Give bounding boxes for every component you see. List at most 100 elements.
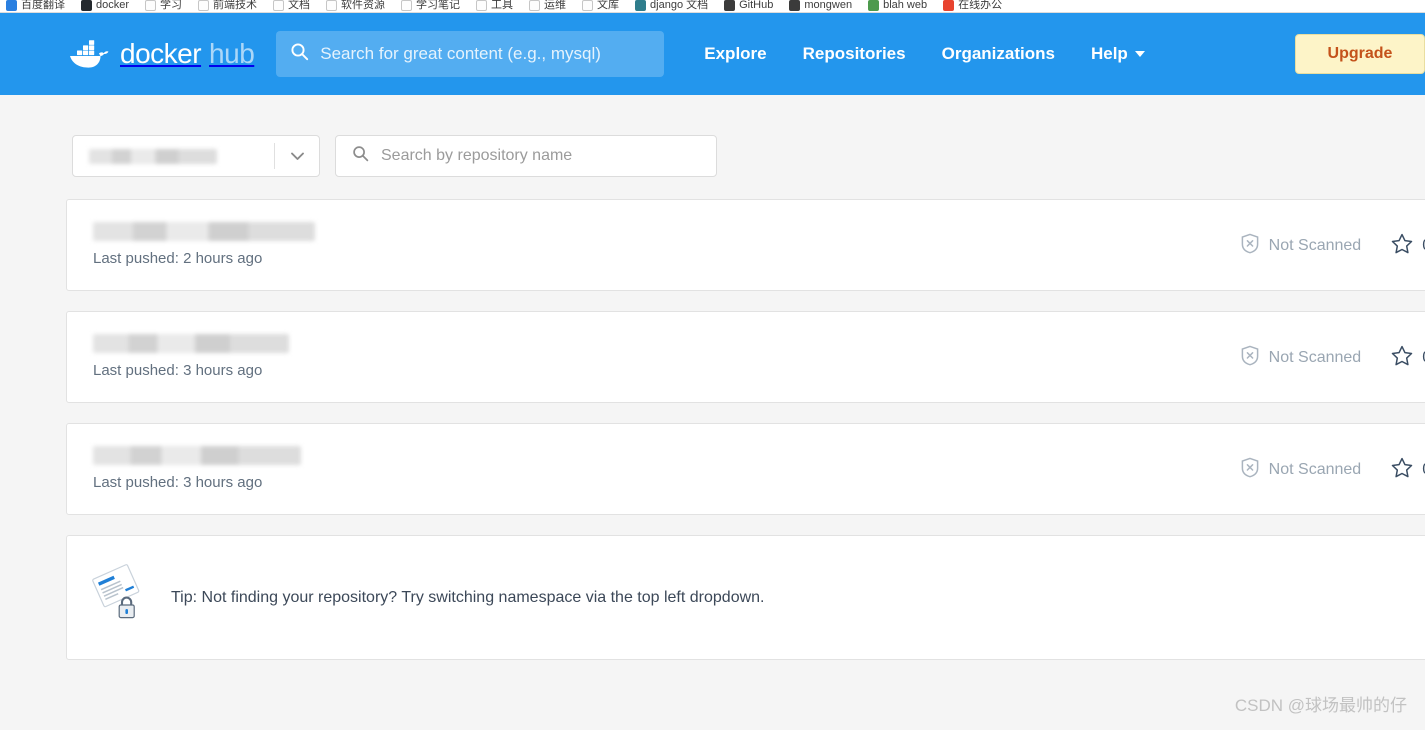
logo-word-docker: docker xyxy=(120,38,202,69)
chevron-down-icon xyxy=(1134,51,1145,57)
bookmark-label: 学习笔记 xyxy=(416,0,461,11)
bookmark-item[interactable]: django 文档 xyxy=(635,0,708,12)
nav-organizations[interactable]: Organizations xyxy=(942,44,1055,64)
bookmark-icon-folder xyxy=(529,0,541,11)
bookmark-icon-folder xyxy=(273,0,285,11)
chevron-down-icon[interactable] xyxy=(275,151,319,161)
repository-card[interactable]: Last pushed: 3 hours ago Not Scanned 0 0 xyxy=(66,423,1425,515)
nav-help[interactable]: Help xyxy=(1091,44,1145,64)
bookmark-item[interactable]: 前端技术 xyxy=(198,0,257,12)
nav-explore[interactable]: Explore xyxy=(704,44,766,64)
bookmark-label: django 文档 xyxy=(650,0,709,11)
bookmark-item[interactable]: 学习 xyxy=(145,0,182,12)
bookmark-icon-github xyxy=(724,0,736,11)
repository-meta: Not Scanned 0 0 xyxy=(1240,312,1425,404)
repository-meta: Not Scanned 0 0 xyxy=(1240,200,1425,292)
nav-repositories-label: Repositories xyxy=(802,44,906,63)
repository-name-redacted xyxy=(93,222,315,241)
bookmark-icon-red xyxy=(943,0,955,11)
nav-explore-label: Explore xyxy=(704,44,767,63)
star-count[interactable]: 0 xyxy=(1391,457,1425,483)
repository-card[interactable]: Last pushed: 3 hours ago Not Scanned 0 0 xyxy=(66,311,1425,403)
main-nav: Explore Repositories Organizations Help xyxy=(704,44,1145,64)
bookmark-label: 软件资源 xyxy=(341,0,386,11)
repo-search-box[interactable] xyxy=(335,135,717,177)
search-icon xyxy=(352,145,369,167)
repository-last-pushed: Last pushed: 3 hours ago xyxy=(93,474,263,491)
bookmark-icon-folder xyxy=(582,0,594,11)
scan-status-badge: Not Scanned xyxy=(1240,457,1362,483)
site-header: docker hub Explore Repositories Organiza… xyxy=(0,13,1425,95)
upgrade-button[interactable]: Upgrade xyxy=(1295,34,1425,74)
bookmark-label: docker xyxy=(96,0,130,11)
repository-card[interactable]: Last pushed: 2 hours ago Not Scanned 0 0 xyxy=(66,199,1425,291)
scan-status-label: Not Scanned xyxy=(1268,349,1362,366)
bookmark-label: GitHub xyxy=(739,0,774,11)
star-outline-icon xyxy=(1391,345,1413,371)
bookmark-icon-folder xyxy=(145,0,157,11)
nav-repositories[interactable]: Repositories xyxy=(803,44,906,64)
bookmark-item[interactable]: 工具 xyxy=(476,0,513,12)
bookmark-item[interactable]: 文档 xyxy=(273,0,310,12)
upgrade-button-label: Upgrade xyxy=(1327,45,1393,62)
docker-hub-logo[interactable]: docker hub xyxy=(66,34,255,74)
bookmark-icon-folder xyxy=(401,0,413,11)
repo-search-input[interactable] xyxy=(381,147,700,165)
namespace-selected-value xyxy=(73,136,274,176)
bookmark-item[interactable]: docker xyxy=(81,0,129,12)
star-outline-icon xyxy=(1391,233,1413,259)
watermark: CSDN @球场最帅的仔 xyxy=(1234,696,1407,715)
shield-x-icon xyxy=(1240,345,1260,371)
bookmark-icon-teal xyxy=(635,0,647,11)
docker-whale-icon xyxy=(66,37,114,71)
global-search-box[interactable] xyxy=(276,31,665,77)
bookmark-icon-dark xyxy=(789,0,801,11)
repository-name-redacted xyxy=(93,334,289,353)
bookmark-icon-blue xyxy=(6,0,17,11)
star-count[interactable]: 0 xyxy=(1391,345,1425,371)
bookmark-item[interactable]: GitHub xyxy=(724,0,773,12)
bookmark-icon-green xyxy=(868,0,880,11)
tip-text: Tip: Not finding your repository? Try sw… xyxy=(171,588,765,606)
bookmark-label: 在线办公 xyxy=(958,0,1003,11)
bookmark-icon-folder xyxy=(198,0,210,11)
nav-help-label: Help xyxy=(1090,44,1128,63)
bookmark-item[interactable]: mongwen xyxy=(789,0,852,12)
scan-status-label: Not Scanned xyxy=(1268,461,1362,478)
search-icon xyxy=(290,42,309,66)
global-search-input[interactable] xyxy=(320,44,651,64)
shield-x-icon xyxy=(1240,233,1260,259)
bookmark-item[interactable]: 百度翻译 xyxy=(6,0,65,12)
bookmark-item[interactable]: 运维 xyxy=(529,0,566,12)
bookmark-label: 文档 xyxy=(288,0,311,11)
shield-x-icon xyxy=(1240,457,1260,483)
bookmark-icon-dark xyxy=(81,0,92,11)
bookmark-label: blah web xyxy=(883,0,928,11)
repository-last-pushed: Last pushed: 2 hours ago xyxy=(93,250,263,267)
page-body: Last pushed: 2 hours ago Not Scanned 0 0… xyxy=(0,95,1425,660)
document-lock-illustration-icon xyxy=(91,563,147,632)
bookmark-label: 运维 xyxy=(544,0,567,11)
tip-card: Tip: Not finding your repository? Try sw… xyxy=(66,535,1425,660)
star-outline-icon xyxy=(1391,457,1413,483)
filter-row xyxy=(72,135,1425,177)
bookmark-label: 工具 xyxy=(491,0,514,11)
repository-name-redacted xyxy=(93,446,301,465)
namespace-dropdown[interactable] xyxy=(72,135,320,177)
bookmark-label: 学习 xyxy=(160,0,183,11)
logo-word-hub: hub xyxy=(209,38,255,69)
bookmark-item[interactable]: blah web xyxy=(868,0,927,12)
scan-status-badge: Not Scanned xyxy=(1240,233,1361,259)
bookmark-item[interactable]: 软件资源 xyxy=(326,0,385,12)
bookmark-item[interactable]: 在线办公 xyxy=(943,0,1002,12)
bookmark-label: 前端技术 xyxy=(213,0,258,11)
bookmark-label: mongwen xyxy=(804,0,853,11)
bookmark-item[interactable]: 学习笔记 xyxy=(401,0,460,12)
repository-meta: Not Scanned 0 0 xyxy=(1240,424,1425,516)
bookmark-item[interactable]: 文库 xyxy=(582,0,619,12)
star-count[interactable]: 0 xyxy=(1391,233,1425,259)
repository-list: Last pushed: 2 hours ago Not Scanned 0 0… xyxy=(66,199,1425,515)
bookmark-label: 文库 xyxy=(597,0,620,11)
bookmark-icon-folder xyxy=(326,0,338,11)
scan-status-badge: Not Scanned xyxy=(1240,345,1362,371)
